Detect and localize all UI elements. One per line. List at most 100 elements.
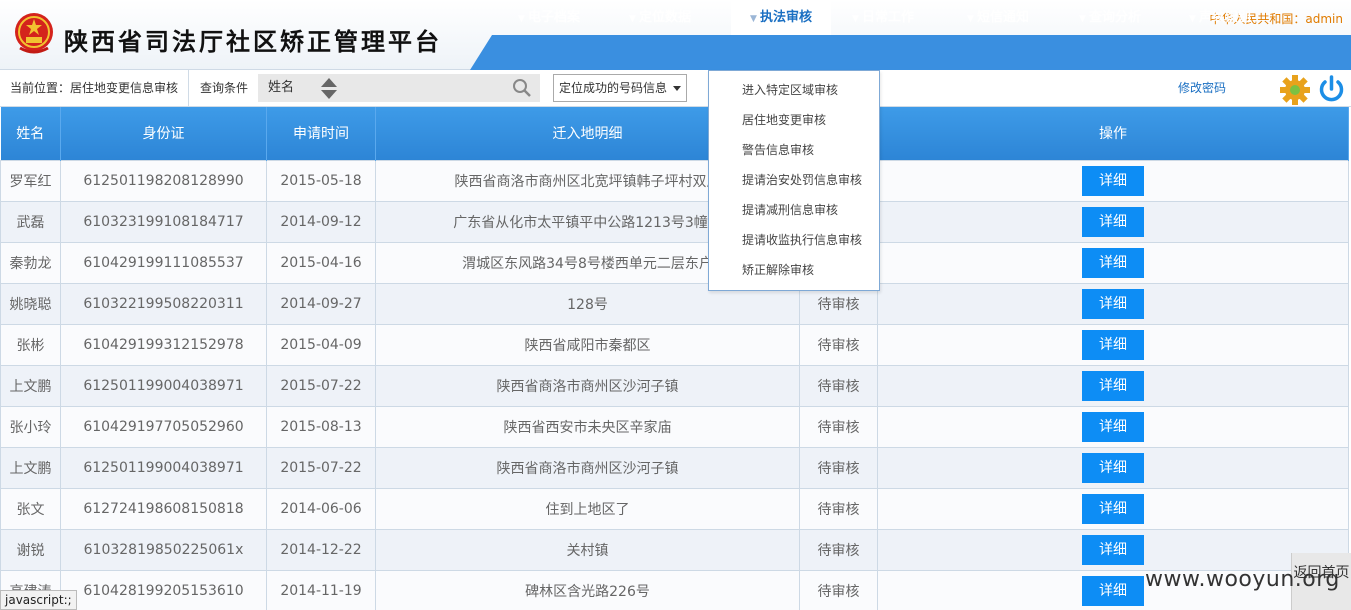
cell-name: 张彬 [0,323,61,366]
table-row: 张小玲 610429197705052960 2015-08-13 陕西省西安市未央区… [0,405,1349,448]
detail-button[interactable]: 详细 [1082,534,1144,565]
menu-item-correction-release-review[interactable]: 矫正解除审核 [742,260,814,280]
cell-action: 详细 [877,405,1349,448]
nav-item-law-review[interactable]: ▼ 执法审核 [731,0,831,35]
nav-item-sms[interactable]: ▼ 短信通知 [944,0,1052,35]
cell-address: 陕西省商洛市商州区沙河子镇 [375,364,800,407]
gear-icon[interactable] [1279,74,1311,106]
detail-button[interactable]: 详细 [1082,411,1144,442]
mode-select[interactable]: 定位成功的号码信息 [553,74,687,102]
menu-item-security-penalty-review[interactable]: 提请治安处罚信息审核 [742,170,862,190]
cell-name: 上文鹏 [0,446,61,489]
breadcrumb: 当前位置：居住地变更信息审核 [0,70,190,107]
cell-action: 详细 [877,323,1349,366]
cell-name: 上文鹏 [0,364,61,407]
menu-item-warning-review[interactable]: 警告信息审核 [742,140,814,160]
menu-item-sentence-reduction-review[interactable]: 提请减刑信息审核 [742,200,838,220]
table-row: 姚晓聪 610322199508220311 2014-09-27 128号 待审核 详细 [0,282,1349,325]
cell-action: 详细 [877,528,1349,571]
cell-apply-date: 2015-07-22 [266,446,376,489]
cell-action: 详细 [877,200,1349,243]
review-table: 姓名 身份证 申请时间 迁入地明细 操作 罗军红 6125011982081289… [0,107,1349,610]
cell-action: 详细 [877,241,1349,284]
table-row: 上文鹏 612501199004038971 2015-07-22 陕西省商洛市商州区… [0,364,1349,407]
detail-button[interactable]: 详细 [1082,288,1144,319]
cell-name: 武磊 [0,200,61,243]
cell-name: 谢锐 [0,528,61,571]
cell-id-number: 610323199108184717 [60,200,267,243]
menu-item-residence-change-review[interactable]: 居住地变更审核 [742,110,826,130]
cell-id-number: 610428199205153610 [60,569,267,610]
arrow-up-icon[interactable] [321,78,337,87]
cell-action: 详细 [877,364,1349,407]
cell-name: 张小玲 [0,405,61,448]
cell-apply-date: 2015-04-09 [266,323,376,366]
nav-item-archives[interactable]: ▼ 电子档案 [495,0,603,35]
cell-id-number: 610429199312152978 [60,323,267,366]
cell-status: 待审核 [799,364,878,407]
dropdown-arrow-icon [673,86,681,91]
cell-action: 详细 [877,282,1349,325]
cell-action: 详细 [877,487,1349,530]
nav-item-query-analysis[interactable]: ▼ 查询分析 [1056,0,1164,35]
detail-button[interactable]: 详细 [1082,329,1144,360]
cell-address: 陕西省商洛市商州区沙河子镇 [375,446,800,489]
cell-address: 住到上地区了 [375,487,800,530]
query-toolbar: 当前位置：居住地变更信息审核 查询条件 姓名 定位成功的号码信息 修改密码 [0,70,1351,107]
nav-item-location[interactable]: ▼ 定位数据 [606,0,714,35]
table-row: 武磊 610323199108184717 2014-09-12 广东省从化市太平镇平… [0,200,1349,243]
cell-status: 待审核 [799,323,878,366]
col-header-name: 姓名 [0,107,61,160]
table-row: 张文 612724198608150818 2014-06-06 住到上地区了 待审核 详… [0,487,1349,530]
search-input[interactable] [338,74,540,102]
national-emblem-icon [15,13,53,54]
detail-button[interactable]: 详细 [1082,165,1144,196]
detail-button[interactable]: 详细 [1082,493,1144,524]
watermark-text: www.wooyun.org [1145,567,1340,592]
table-row: 谢锐 61032819850225061x 2014-12-22 关村镇 待审核 详细 [0,528,1349,571]
detail-button[interactable]: 详细 [1082,206,1144,237]
detail-button[interactable]: 详细 [1082,452,1144,483]
cell-action: 详细 [877,446,1349,489]
site-title: 陕西省司法厅社区矫正管理平台 [64,27,442,56]
table-row: 秦勃龙 610429199111085537 2015-04-16 渭城区东风路34号… [0,241,1349,284]
cell-id-number: 612724198608150818 [60,487,267,530]
nav-item-voiceprint[interactable]: ▼ 声纹识别 [1166,0,1274,35]
cell-status: 待审核 [799,528,878,571]
main-nav [470,35,1351,70]
cell-id-number: 610429199111085537 [60,241,267,284]
detail-button[interactable]: 详细 [1082,247,1144,278]
cell-apply-date: 2015-07-22 [266,364,376,407]
cell-apply-date: 2014-06-06 [266,487,376,530]
cell-apply-date: 2015-05-18 [266,159,376,202]
field-spinner[interactable] [320,74,338,102]
caret-down-icon: ▼ [1189,14,1196,24]
cell-id-number: 612501199004038971 [60,446,267,489]
browser-status-bar: javascript:; [0,590,77,610]
change-password-link[interactable]: 修改密码 [1178,70,1226,107]
search-icon[interactable] [512,78,532,98]
col-header-date: 申请时间 [266,107,376,160]
caret-down-icon: ▼ [967,14,974,24]
menu-item-special-area-review[interactable]: 进入特定区域审核 [742,80,838,100]
table-header-row: 姓名 身份证 申请时间 迁入地明细 操作 [0,107,1349,160]
cell-id-number: 610322199508220311 [60,282,267,325]
cell-status: 待审核 [799,569,878,610]
cell-name: 罗军红 [0,159,61,202]
cell-apply-date: 2014-11-19 [266,569,376,610]
detail-button[interactable]: 详细 [1082,575,1144,606]
power-icon[interactable] [1316,74,1347,105]
cell-apply-date: 2014-12-22 [266,528,376,571]
cell-status: 待审核 [799,446,878,489]
cell-apply-date: 2014-09-27 [266,282,376,325]
nav-item-daily-work[interactable]: ▼ 日常工作 [834,0,932,35]
cell-name: 张文 [0,487,61,530]
caret-down-icon: ▼ [750,14,757,24]
cell-status: 待审核 [799,487,878,530]
detail-button[interactable]: 详细 [1082,370,1144,401]
menu-item-custody-review[interactable]: 提请收监执行信息审核 [742,230,862,250]
table-row: 上文鹏 612501199004038971 2015-07-22 陕西省商洛市商州区… [0,446,1349,489]
arrow-down-icon[interactable] [321,90,337,99]
cell-action: 详细 [877,159,1349,202]
cell-address: 关村镇 [375,528,800,571]
